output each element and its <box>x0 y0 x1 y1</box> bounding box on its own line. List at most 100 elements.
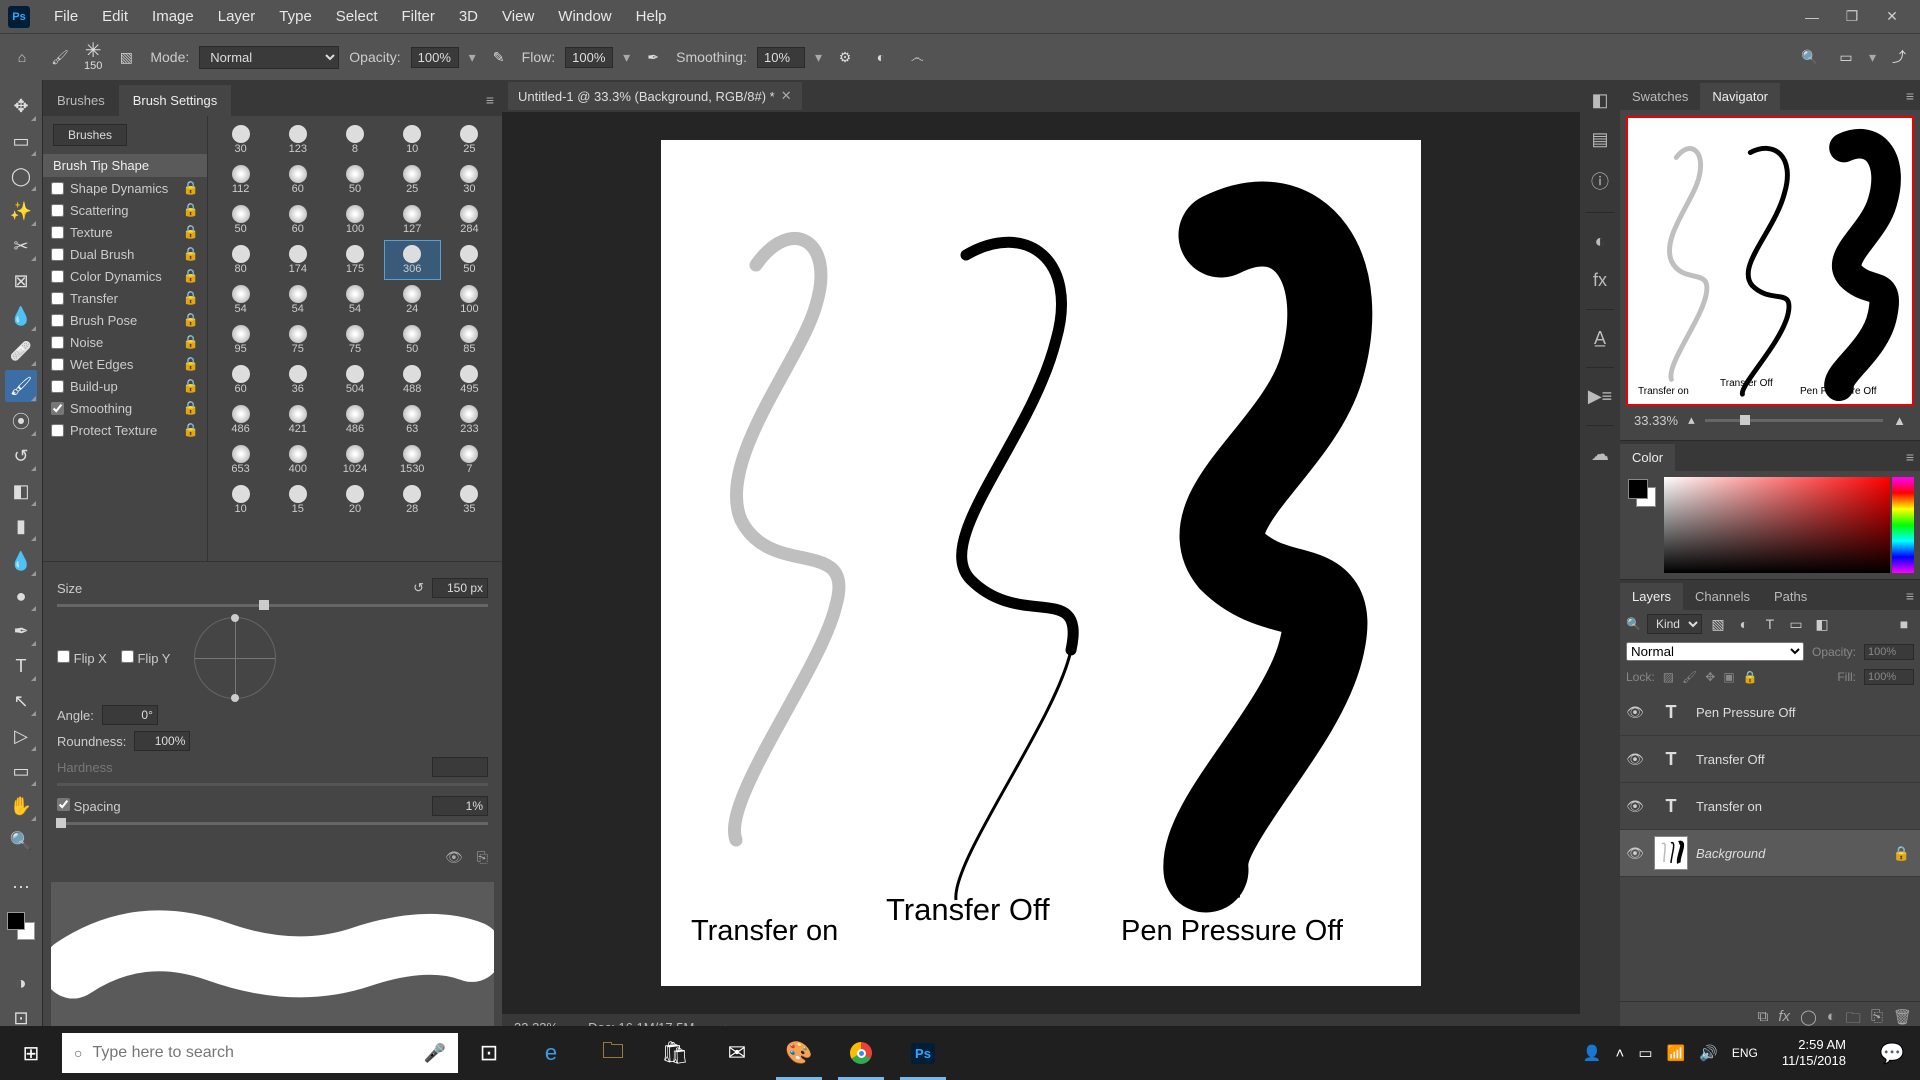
menu-file[interactable]: File <box>42 2 90 31</box>
navigator-tab[interactable]: Navigator <box>1700 83 1780 110</box>
layer-name[interactable]: Transfer on <box>1696 799 1916 814</box>
brush-thumb[interactable]: 174 <box>269 240 326 280</box>
frame-tool[interactable]: ⊠ <box>5 265 37 297</box>
brush-thumb[interactable]: 486 <box>212 400 269 440</box>
brush-thumb[interactable]: 8 <box>326 120 383 160</box>
edit-toolbar[interactable]: ⋯ <box>5 871 37 903</box>
language-icon[interactable]: ENG <box>1732 1046 1758 1060</box>
tray-expand-icon[interactable]: ˄ <box>1616 1045 1625 1062</box>
quick-mask-tool[interactable]: ◑ <box>5 967 37 999</box>
layers-tab[interactable]: Layers <box>1620 583 1683 610</box>
brush-thumb[interactable]: 15 <box>269 480 326 520</box>
brush-thumb[interactable]: 75 <box>326 320 383 360</box>
layer-item[interactable]: 👁Background🔒 <box>1620 830 1920 877</box>
angle-widget[interactable] <box>194 617 276 699</box>
brush-thumb[interactable]: 488 <box>384 360 441 400</box>
close-document-icon[interactable]: ✕ <box>781 88 792 104</box>
color-tab[interactable]: Color <box>1620 444 1675 471</box>
brush-thumb[interactable]: 25 <box>384 160 441 200</box>
battery-icon[interactable]: ▭ <box>1638 1044 1652 1062</box>
actions-panel-icon[interactable]: ▶≡ <box>1588 386 1612 407</box>
brush-thumb[interactable]: 123 <box>269 120 326 160</box>
brush-thumb[interactable]: 504 <box>326 360 383 400</box>
menu-layer[interactable]: Layer <box>206 2 268 31</box>
blend-mode-select[interactable]: Normal <box>199 46 339 69</box>
reset-size-icon[interactable]: ↺ <box>413 580 424 595</box>
brush-thumb[interactable]: 306 <box>384 240 441 280</box>
volume-icon[interactable]: 🔊 <box>1699 1044 1718 1062</box>
lock-icon[interactable]: 🔒 <box>183 312 199 328</box>
lock-icon[interactable]: 🔒 <box>183 334 199 350</box>
direct-select-tool[interactable]: ▷ <box>5 720 37 752</box>
task-view-icon[interactable]: ⊡ <box>458 1026 520 1080</box>
flip-y-checkbox[interactable]: Flip Y <box>121 650 171 666</box>
layer-item[interactable]: 👁TTransfer on <box>1620 783 1920 830</box>
lock-position-icon[interactable]: ✥ <box>1705 670 1715 684</box>
flow-input[interactable] <box>565 47 613 68</box>
brush-thumb[interactable]: 28 <box>384 480 441 520</box>
lock-icon[interactable]: 🔒 <box>183 290 199 306</box>
brush-thumb[interactable]: 75 <box>269 320 326 360</box>
brush-thumb[interactable]: 95 <box>212 320 269 360</box>
adjustments-panel-icon[interactable]: ◐ <box>1595 231 1606 252</box>
brush-settings-tab[interactable]: Brush Settings <box>119 85 232 116</box>
spacing-input[interactable] <box>432 796 488 816</box>
brush-thumb[interactable]: 10 <box>212 480 269 520</box>
brush-option-texture[interactable]: Texture🔒 <box>43 221 207 243</box>
color-menu-icon[interactable]: ≡ <box>1900 443 1920 471</box>
visibility-icon[interactable]: 👁 <box>1624 798 1646 815</box>
brush-thumb[interactable]: 50 <box>384 320 441 360</box>
character-panel-icon[interactable]: A̲ <box>1594 328 1606 349</box>
pen-tool[interactable]: ✒ <box>5 615 37 647</box>
lock-transparency-icon[interactable]: ▨ <box>1663 670 1674 684</box>
layer-name[interactable]: Pen Pressure Off <box>1696 705 1916 720</box>
opacity-pressure-icon[interactable]: ✎ <box>486 44 512 70</box>
brush-tool[interactable]: 🖌 <box>5 370 37 402</box>
properties-panel-icon[interactable]: ▤ <box>1591 129 1608 150</box>
lock-icon[interactable]: 🔒 <box>183 356 199 372</box>
flip-x-checkbox[interactable]: Flip X <box>57 650 107 666</box>
channels-tab[interactable]: Channels <box>1683 583 1762 610</box>
history-brush-tool[interactable]: ↺ <box>5 440 37 472</box>
brush-thumb[interactable]: 20 <box>326 480 383 520</box>
brush-thumb[interactable]: 60 <box>212 360 269 400</box>
filter-shape-icon[interactable]: ▭ <box>1786 614 1806 634</box>
brush-thumb[interactable]: 85 <box>441 320 498 360</box>
brush-thumb[interactable]: 421 <box>269 400 326 440</box>
brush-thumb[interactable]: 35 <box>441 480 498 520</box>
brush-thumb[interactable]: 400 <box>269 440 326 480</box>
lock-icon[interactable]: 🔒 <box>183 246 199 262</box>
brush-thumb[interactable]: 10 <box>384 120 441 160</box>
filter-type-icon[interactable]: T <box>1760 614 1780 634</box>
opacity-input[interactable] <box>411 47 459 68</box>
lock-icon[interactable]: 🔒 <box>183 422 199 438</box>
eyedropper-tool[interactable]: 💧 <box>5 300 37 332</box>
visibility-icon[interactable]: 👁 <box>1624 704 1646 721</box>
brush-thumb[interactable]: 60 <box>269 160 326 200</box>
path-select-tool[interactable]: ↖ <box>5 685 37 717</box>
color-picker[interactable] <box>1626 477 1914 573</box>
libraries-panel-icon[interactable]: ☁ <box>1591 444 1609 465</box>
swatches-tab[interactable]: Swatches <box>1620 83 1700 110</box>
brush-panel-toggle[interactable]: ▧ <box>112 43 140 71</box>
people-icon[interactable]: 👤 <box>1583 1044 1602 1062</box>
lock-icon[interactable]: 🔒 <box>183 180 199 196</box>
brush-thumb[interactable]: 653 <box>212 440 269 480</box>
size-slider[interactable] <box>57 604 488 607</box>
brush-thumb[interactable]: 50 <box>212 200 269 240</box>
brush-thumb[interactable]: 233 <box>441 400 498 440</box>
angle-input[interactable] <box>102 705 158 725</box>
brush-thumb[interactable]: 7 <box>441 440 498 480</box>
flow-dropdown-icon[interactable]: ▾ <box>623 49 630 66</box>
brush-thumb[interactable]: 495 <box>441 360 498 400</box>
chrome-icon[interactable] <box>830 1026 892 1080</box>
brush-thumb[interactable]: 25 <box>441 120 498 160</box>
menu-type[interactable]: Type <box>267 2 324 31</box>
filter-toggle-icon[interactable]: ■ <box>1894 614 1914 634</box>
lock-icon[interactable]: 🔒 <box>183 224 199 240</box>
store-icon[interactable]: 🛍 <box>644 1026 706 1080</box>
navigator-thumbnail[interactable]: Transfer on Transfer Off Pen Pressure Of… <box>1626 116 1914 406</box>
brush-option-transfer[interactable]: Transfer🔒 <box>43 287 207 309</box>
nav-zoom-in-icon[interactable]: ▲ <box>1893 413 1906 428</box>
lock-artboard-icon[interactable]: ▣ <box>1723 670 1734 684</box>
